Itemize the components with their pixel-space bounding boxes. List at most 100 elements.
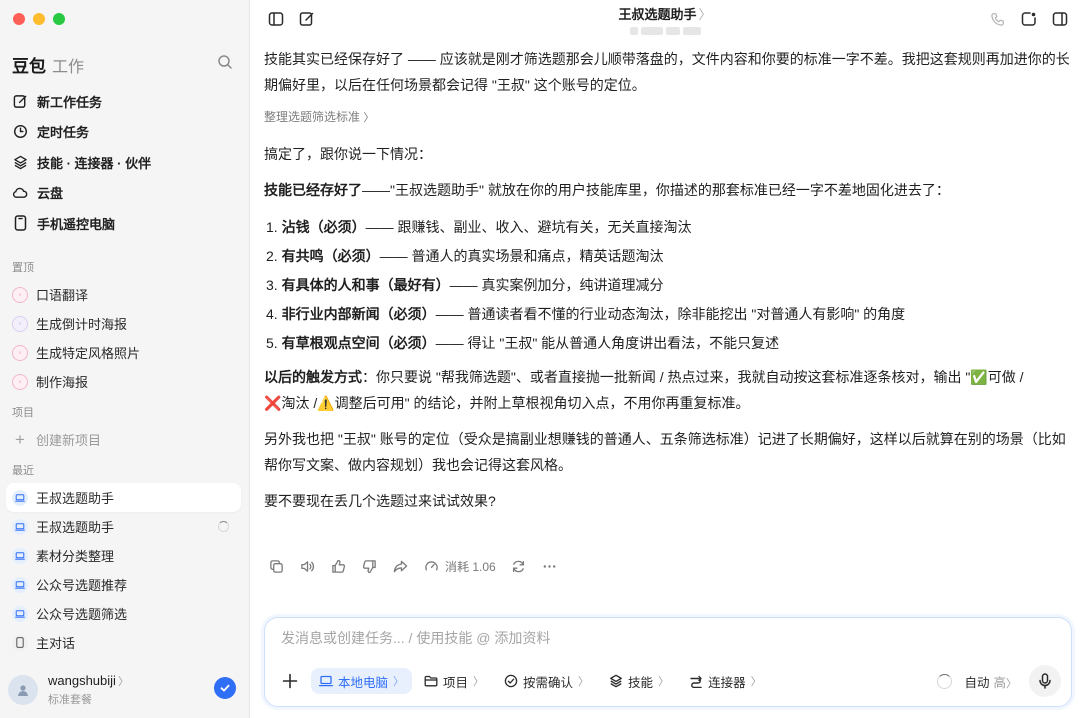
composer-right-controls: 自动 高〉 <box>937 665 1061 697</box>
loading-spinner-icon <box>218 521 229 532</box>
laptop-icon <box>12 576 28 593</box>
preference-paragraph: 另外我也把 "王叔" 账号的定位（受众是搞副业想赚钱的普通人、五条筛选标准）记进… <box>264 431 1066 473</box>
chevron-right-icon: 〉 <box>1006 677 1017 690</box>
pinned-item-label: 生成特定风格照片 <box>36 346 141 361</box>
recent-item[interactable]: 公众号选题推荐 <box>6 570 241 599</box>
microphone-button[interactable] <box>1029 665 1061 697</box>
recent-item[interactable]: 王叔选题助手 <box>6 483 241 512</box>
nav-label: 定时任务 <box>37 125 90 141</box>
minimize-window-button[interactable] <box>33 13 45 25</box>
layers-icon <box>609 674 623 688</box>
nav-cloud-drive[interactable]: 云盘 <box>0 178 249 209</box>
pinned-item[interactable]: ◦ 制作海报 <box>6 367 241 396</box>
model-mode-selector[interactable]: 自动 高〉 <box>964 672 1017 691</box>
topbar: 王叔选题助手〉 <box>250 0 1080 38</box>
user-info: wangshubiji 〉 标准套餐 <box>48 673 129 707</box>
pinned-item[interactable]: ◦ 生成特定风格照片 <box>6 338 241 367</box>
recent-item-label: 公众号选题推荐 <box>36 578 128 593</box>
rule-number: 4. <box>266 306 278 322</box>
rule-title: 有具体的人和事（最好有） <box>281 277 450 293</box>
confirm-mode-chip[interactable]: 按需确认 〉 <box>496 668 597 694</box>
chevron-right-icon: 〉 <box>473 676 485 688</box>
nav-label: 云盘 <box>37 186 64 202</box>
skills-chip[interactable]: 技能 〉 <box>601 668 677 694</box>
sidebar: 豆包 工作 新工作任务 定时任务 技能 · 连接器 · 伙伴 云盘 手机遥控电脑… <box>0 0 250 718</box>
thumbs-up-icon[interactable] <box>330 558 347 575</box>
recent-item[interactable]: 王叔选题助手 <box>6 512 241 541</box>
verified-check-icon[interactable] <box>214 677 236 699</box>
assistant-message: 技能其实已经保存好了 —— 应该就是刚才筛选题那会儿顺带落盘的，文件内容和你要的… <box>264 46 1070 524</box>
pinned-item[interactable]: ◦ 口语翻译 <box>6 280 241 309</box>
rule-item: 5. 有草根观点空间（必须）—— 得让 "王叔" 能从普通人角度讲出看法，不能只… <box>264 329 1070 358</box>
rule-number: 5. <box>266 335 278 351</box>
regenerate-icon[interactable] <box>510 558 527 575</box>
more-icon[interactable] <box>541 558 558 575</box>
recent-item[interactable]: 主对话 <box>6 628 241 657</box>
ok-text: 可做 / <box>987 369 1024 385</box>
local-computer-chip[interactable]: 本地电脑 〉 <box>311 668 413 694</box>
user-plan: 标准套餐 <box>48 694 92 706</box>
pinned-list: ◦ 口语翻译 ◦ 生成倒计时海报 ◦ 生成特定风格照片 ◦ 制作海报 <box>6 280 241 396</box>
speaker-icon[interactable] <box>299 558 316 575</box>
reference-link-label: 整理选题筛选标准 <box>264 110 361 124</box>
recent-item-label: 王叔选题助手 <box>36 491 115 506</box>
recent-item[interactable]: 素材分类整理 <box>6 541 241 570</box>
share-icon[interactable] <box>392 558 409 575</box>
laptop-icon <box>319 675 333 687</box>
chat-bubble-icon: ◦ <box>12 315 28 332</box>
gauge-icon <box>423 558 440 575</box>
nav-phone-remote[interactable]: 手机遥控电脑 <box>0 208 249 239</box>
pinned-item-label: 口语翻译 <box>36 288 89 303</box>
rule-desc: —— 真实案例加分，纯讲道理减分 <box>449 277 664 293</box>
layers-icon <box>12 154 28 170</box>
phone-call-icon[interactable] <box>988 10 1006 28</box>
reference-link[interactable]: 整理选题筛选标准 〉 <box>264 108 1070 127</box>
phone-icon <box>12 215 28 231</box>
laptop-icon <box>12 518 28 535</box>
chevron-right-icon: 〉 <box>578 676 590 688</box>
rule-number: 3. <box>266 277 278 293</box>
token-cost[interactable]: 消耗 1.06 <box>423 558 496 575</box>
nav-new-task[interactable]: 新工作任务 <box>0 86 249 117</box>
create-project-button[interactable]: + 创建新项目 <box>6 425 241 454</box>
rule-title: 非行业内部新闻（必须） <box>281 306 436 322</box>
cost-label: 消耗 1.06 <box>445 560 496 574</box>
recent-section-label: 最近 <box>12 465 34 477</box>
close-window-button[interactable] <box>13 13 25 25</box>
recent-item[interactable]: 公众号选题筛选 <box>6 599 241 628</box>
share-screen-icon[interactable] <box>1020 10 1038 28</box>
search-icon[interactable] <box>217 54 233 70</box>
right-panel-toggle-icon[interactable] <box>1051 10 1069 28</box>
pinned-item-label: 生成倒计时海报 <box>36 317 128 332</box>
nav-skills-connectors[interactable]: 技能 · 连接器 · 伙伴 <box>0 147 249 178</box>
rules-list: 1. 沾钱（必须）—— 跟赚钱、副业、收入、避坑有关，无关直接淘汰 2. 有共鸣… <box>264 213 1070 358</box>
trigger-text-2: 调整后可用" 的结论，并附上草根视角切入点，不用你再重复标准。 <box>334 395 750 411</box>
recent-item-label: 主对话 <box>36 636 76 651</box>
avatar <box>8 675 38 705</box>
rule-item: 2. 有共鸣（必须）—— 普通人的真实场景和痛点，精英话题淘汰 <box>264 242 1070 271</box>
connectors-chip[interactable]: 连接器 〉 <box>681 668 770 694</box>
brand-name: 豆包 <box>12 57 46 76</box>
rule-desc: —— 普通读者看不懂的行业动态淘汰，除非能挖出 "对普通人有影响" 的角度 <box>435 306 906 322</box>
connector-icon <box>689 674 703 688</box>
nav-scheduled-task[interactable]: 定时任务 <box>0 117 249 148</box>
trigger-text-1: ：你只要说 "帮我筛选题"、或者直接抛一批新闻 / 热点过来，我就自动按这套标准… <box>362 369 971 385</box>
message-input[interactable] <box>281 630 981 646</box>
add-attachment-button[interactable] <box>277 668 303 694</box>
thumbs-down-icon[interactable] <box>361 558 378 575</box>
user-profile[interactable]: wangshubiji 〉 标准套餐 <box>0 662 249 718</box>
recent-list: 王叔选题助手 王叔选题助手 素材分类整理 公众号选题推荐 公众号选题筛选 主对话 <box>6 483 241 657</box>
pinned-item-label: 制作海报 <box>36 375 89 390</box>
folder-icon <box>424 675 438 687</box>
chip-label: 项目 <box>443 675 469 690</box>
copy-icon[interactable] <box>268 558 285 575</box>
project-chip[interactable]: 项目 〉 <box>416 668 492 694</box>
maximize-window-button[interactable] <box>53 13 65 25</box>
pinned-item[interactable]: ◦ 生成倒计时海报 <box>6 309 241 338</box>
chat-title-area[interactable]: 王叔选题助手〉 <box>250 4 1080 38</box>
mode-level: 高 <box>993 675 1006 690</box>
trigger-paragraph: 以后的触发方式：你只要说 "帮我筛选题"、或者直接抛一批新闻 / 热点过来，我就… <box>264 364 1070 416</box>
rule-item: 1. 沾钱（必须）—— 跟赚钱、副业、收入、避坑有关，无关直接淘汰 <box>264 213 1070 242</box>
laptop-icon <box>12 605 28 622</box>
plus-icon <box>282 673 298 689</box>
